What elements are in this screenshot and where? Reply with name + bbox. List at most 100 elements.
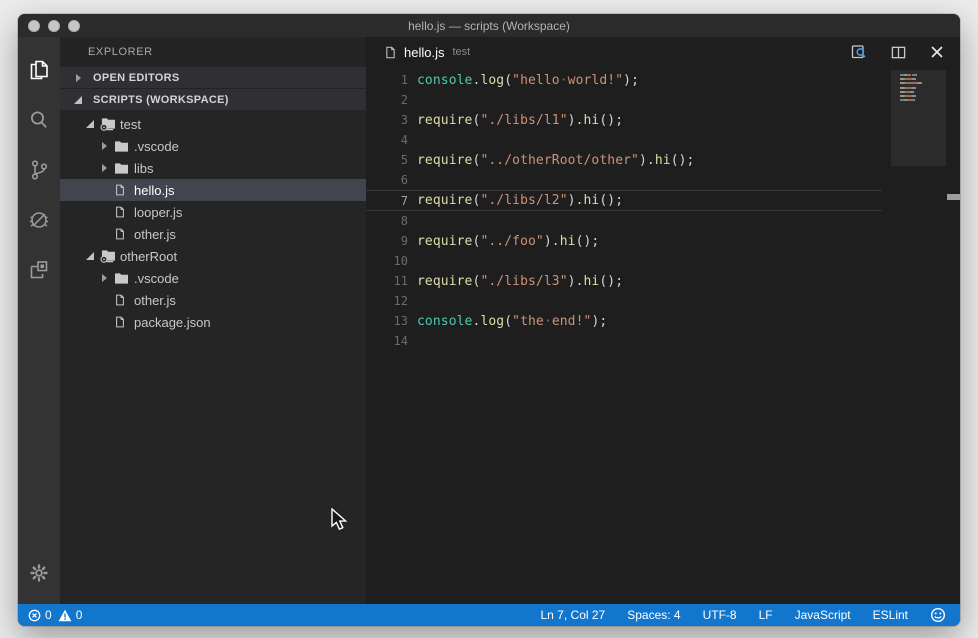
tree-item-label: package.json — [134, 315, 211, 330]
twistie-icon — [99, 228, 111, 240]
file-icon — [114, 205, 126, 219]
line-number: 14 — [366, 334, 408, 348]
tree-item--vscode[interactable]: .vscode — [60, 135, 366, 157]
tab-hello-js[interactable]: hello.js test — [366, 37, 486, 67]
source-control-icon[interactable] — [18, 145, 60, 195]
tree-item-other-js[interactable]: other.js — [60, 289, 366, 311]
line-number: 7 — [366, 194, 408, 208]
twistie-icon — [85, 118, 97, 130]
tree-item-other-js[interactable]: other.js — [60, 223, 366, 245]
line-number: 5 — [366, 153, 408, 167]
code-line-3[interactable]: 3require("./libs/l1").hi(); — [366, 110, 960, 130]
search-icon[interactable] — [18, 95, 60, 145]
line-number: 8 — [366, 214, 408, 228]
minimap-slider[interactable] — [891, 70, 946, 166]
status-spaces-4[interactable]: Spaces: 4 — [627, 608, 680, 622]
line-number: 9 — [366, 234, 408, 248]
code-line-4[interactable]: 4 — [366, 130, 960, 150]
twistie-icon — [99, 140, 111, 152]
explorer-icon[interactable] — [18, 45, 60, 95]
code-line-6[interactable]: 6 — [366, 170, 960, 190]
tab-folder-hint: test — [452, 46, 470, 58]
feedback-smiley-icon[interactable] — [930, 607, 946, 623]
activity-bar — [18, 37, 60, 604]
twistie-icon — [99, 184, 111, 196]
code-line-12[interactable]: 12 — [366, 291, 960, 311]
code-line-5[interactable]: 5require("../otherRoot/other").hi(); — [366, 150, 960, 170]
tree-item-otherroot[interactable]: otherRoot — [60, 245, 366, 267]
tab-bar: hello.js test — [366, 37, 960, 67]
line-number: 10 — [366, 254, 408, 268]
twistie-icon — [99, 206, 111, 218]
editor-group: hello.js test — [366, 37, 960, 604]
line-number: 1 — [366, 73, 408, 87]
section-scripts-workspace[interactable]: SCRIPTS (WORKSPACE) — [60, 89, 366, 111]
tree-item-package-json[interactable]: package.json — [60, 311, 366, 333]
tree-item-test[interactable]: test — [60, 113, 366, 135]
error-count: 0 — [45, 608, 52, 622]
tree-item-hello-js[interactable]: hello.js — [60, 179, 366, 201]
file-tree: test .vscode libs hello.js looper.js other.js… — [60, 113, 366, 333]
status-eslint[interactable]: ESLint — [873, 608, 908, 622]
line-number: 12 — [366, 294, 408, 308]
warning-count: 0 — [76, 608, 83, 622]
tree-item-label: other.js — [134, 227, 176, 242]
close-icon[interactable] — [929, 44, 945, 60]
overview-ruler-cursor — [947, 194, 960, 200]
explorer-sidebar: EXPLORER OPEN EDITORS SCRIPTS (WORKSPACE… — [60, 37, 366, 604]
window-title: hello.js — scripts (Workspace) — [408, 19, 570, 33]
problems-errors[interactable]: 0 — [28, 608, 52, 622]
root-folder-icon — [100, 117, 116, 131]
twistie-icon — [99, 294, 111, 306]
tree-item-looper-js[interactable]: looper.js — [60, 201, 366, 223]
problems-warnings[interactable]: 0 — [58, 608, 83, 622]
file-icon — [384, 45, 397, 60]
tree-item-libs[interactable]: libs — [60, 157, 366, 179]
root-folder-icon — [100, 249, 116, 263]
minimize-window-button[interactable] — [48, 20, 60, 32]
editor-actions — [851, 44, 960, 60]
code-line-10[interactable]: 10 — [366, 251, 960, 271]
line-number: 2 — [366, 93, 408, 107]
debug-icon[interactable] — [18, 195, 60, 245]
tree-item-label: hello.js — [134, 183, 174, 198]
preview-icon[interactable] — [851, 44, 867, 60]
title-bar: hello.js — scripts (Workspace) — [18, 14, 960, 37]
close-window-button[interactable] — [28, 20, 40, 32]
code-line-14[interactable]: 14 — [366, 331, 960, 351]
status-javascript[interactable]: JavaScript — [795, 608, 851, 622]
twistie-icon — [99, 316, 111, 328]
code-line-2[interactable]: 2 — [366, 90, 960, 110]
code-line-11[interactable]: 11require("./libs/l3").hi(); — [366, 271, 960, 291]
folder-icon — [114, 272, 129, 285]
twistie-icon — [99, 272, 111, 284]
tree-item-label: libs — [134, 161, 154, 176]
status-lf[interactable]: LF — [759, 608, 773, 622]
tree-item--vscode[interactable]: .vscode — [60, 267, 366, 289]
tree-item-label: other.js — [134, 293, 176, 308]
split-editor-icon[interactable] — [890, 44, 906, 60]
line-number: 13 — [366, 314, 408, 328]
zoom-window-button[interactable] — [68, 20, 80, 32]
section-open-editors[interactable]: OPEN EDITORS — [60, 67, 366, 89]
code-line-1[interactable]: 1console.log("hello·world!"); — [366, 70, 960, 90]
settings-gear-icon[interactable] — [18, 548, 60, 598]
folder-icon — [114, 162, 129, 175]
code-line-7[interactable]: 7require("./libs/l2").hi(); — [366, 190, 882, 211]
code-line-9[interactable]: 9require("../foo").hi(); — [366, 231, 960, 251]
file-icon — [114, 227, 126, 241]
line-number: 11 — [366, 274, 408, 288]
chevron-down-icon — [73, 94, 85, 106]
status-ln-7-col-27[interactable]: Ln 7, Col 27 — [541, 608, 606, 622]
code-editor[interactable]: 1console.log("hello·world!"); 2 3require("… — [366, 67, 960, 604]
tab-filename: hello.js — [404, 45, 444, 60]
code-line-8[interactable]: 8 — [366, 211, 960, 231]
extensions-icon[interactable] — [18, 245, 60, 295]
line-number: 4 — [366, 133, 408, 147]
status-utf-8[interactable]: UTF-8 — [703, 608, 737, 622]
tree-item-label: test — [120, 117, 141, 132]
minimap[interactable] — [891, 70, 946, 270]
code-line-13[interactable]: 13console.log("the·end!"); — [366, 311, 960, 331]
tree-item-label: .vscode — [134, 271, 179, 286]
twistie-icon — [99, 162, 111, 174]
